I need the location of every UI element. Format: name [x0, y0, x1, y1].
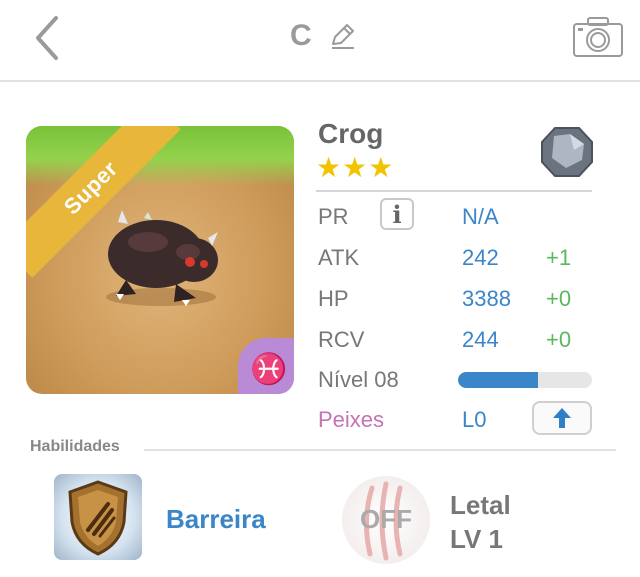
title-group: C [290, 16, 356, 56]
level-progress-fill [458, 372, 539, 388]
atk-value: 242 [462, 245, 499, 270]
skills-divider [144, 449, 616, 451]
rock-type-icon [541, 127, 593, 177]
attribute-label: Peixes [318, 407, 385, 432]
pr-value: N/A [462, 204, 499, 229]
hp-bonus: +0 [546, 286, 572, 311]
shield-icon [68, 480, 128, 556]
stat-row-pr: PR i N/A [318, 198, 598, 234]
leader-skill-name[interactable]: Letal LV 1 [450, 488, 511, 556]
stat-row-level: Nível 08 [318, 361, 598, 397]
atk-label: ATK [318, 245, 360, 270]
camera-icon[interactable] [572, 16, 624, 58]
chevron-left-icon[interactable] [28, 12, 68, 64]
top-bar: C [0, 0, 640, 82]
leader-skill-icon[interactable]: OFF [342, 476, 430, 564]
leader-skill-level: LV 1 [450, 524, 503, 554]
active-skill-name[interactable]: Barreira [166, 504, 266, 535]
rcv-label: RCV [318, 327, 365, 352]
pisces-icon: ♓ [250, 352, 288, 386]
level-progress-bar [458, 372, 592, 388]
stat-row-rcv: RCV 244 +0 [318, 321, 598, 357]
atk-bonus: +1 [546, 245, 572, 270]
leader-skill-title: Letal [450, 490, 511, 520]
star-rating: ★★★ [316, 152, 395, 183]
level-label: Nível 08 [318, 367, 399, 392]
rcv-bonus: +0 [546, 327, 572, 352]
monster-name: Crog [318, 118, 384, 149]
skills-section-title: Habilidades [30, 438, 120, 455]
active-skill-icon-box[interactable] [54, 474, 142, 560]
stat-row-atk: ATK 242 +1 [318, 239, 598, 275]
arrow-up-icon [553, 408, 571, 428]
info-icon[interactable]: i [380, 198, 414, 230]
monster-portrait[interactable]: Super ♓ [26, 126, 294, 394]
hp-value: 3388 [462, 286, 511, 311]
pencil-icon[interactable] [328, 22, 356, 50]
stat-row-attribute: Peixes L0 [318, 401, 598, 437]
attribute-badge: ♓ [238, 338, 294, 394]
page-title: C [290, 19, 312, 52]
leader-skill-status: OFF [360, 504, 412, 534]
monster-image [106, 210, 218, 306]
upgrade-button[interactable] [532, 401, 592, 435]
stat-row-hp: HP 3388 +0 [318, 280, 598, 316]
pr-label: PR [318, 204, 349, 229]
rcv-value: 244 [462, 327, 499, 352]
hp-label: HP [318, 286, 349, 311]
attribute-value: L0 [462, 407, 487, 432]
info-divider [316, 190, 592, 192]
